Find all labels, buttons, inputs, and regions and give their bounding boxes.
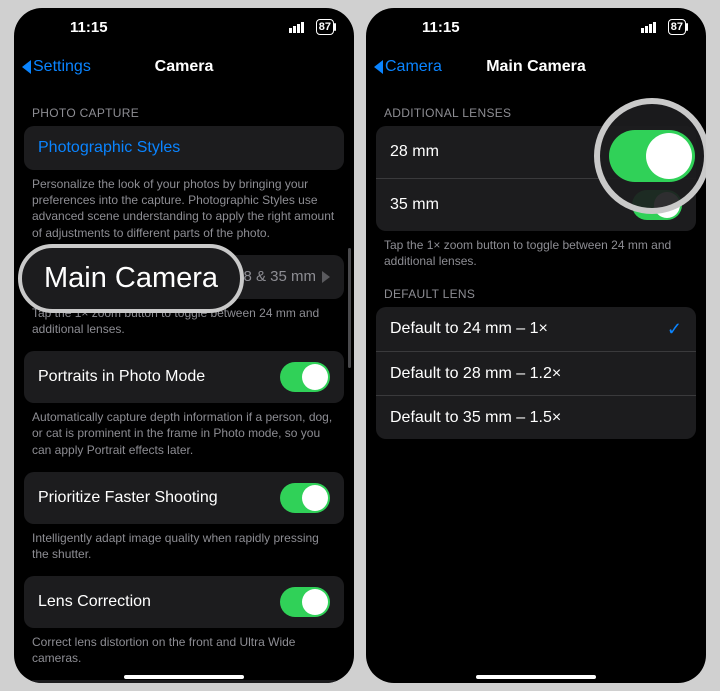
callout-toggle-circle: [594, 98, 706, 214]
row-lens-correction: Lens Correction: [24, 576, 344, 628]
group-lens-correction: Lens Correction: [24, 576, 344, 628]
phone-right-main-camera: 11:15 87 Camera Main Camera ADDITIONAL L…: [366, 8, 706, 683]
footer-faster: Intelligently adapt image quality when r…: [14, 524, 354, 562]
status-time: 11:15: [30, 19, 108, 36]
nav-bar: Settings Camera: [14, 46, 354, 88]
group-portraits: Portraits in Photo Mode: [24, 351, 344, 403]
group-default-lens: Default to 24 mm – 1× ✓ Default to 28 mm…: [376, 307, 696, 439]
scroll-indicator: [348, 248, 351, 368]
chevron-right-icon: [322, 271, 330, 283]
status-bar: 11:15 87: [366, 8, 706, 46]
home-indicator[interactable]: [124, 675, 244, 679]
battery-icon: 87: [316, 19, 334, 35]
row-label: Lens Correction: [38, 593, 280, 611]
row-label: Prioritize Faster Shooting: [38, 489, 280, 507]
signal-icon: [641, 22, 656, 33]
toggle-portraits[interactable]: [280, 362, 330, 392]
footer-additional-lenses: Tap the 1× zoom button to toggle between…: [366, 231, 706, 269]
content-scroll[interactable]: PHOTO CAPTURE Photographic Styles Person…: [14, 88, 354, 683]
toggle-faster[interactable]: [280, 483, 330, 513]
toggle-lens-correction[interactable]: [280, 587, 330, 617]
footer-portraits: Automatically capture depth information …: [14, 403, 354, 458]
footer-styles: Personalize the look of your photos by b…: [14, 170, 354, 241]
row-faster: Prioritize Faster Shooting: [24, 472, 344, 524]
status-indicators: 87: [289, 19, 338, 36]
group-photographic-styles: Photographic Styles: [24, 126, 344, 170]
status-indicators: 87: [641, 19, 690, 36]
row-default-24[interactable]: Default to 24 mm – 1× ✓: [376, 307, 696, 351]
phone-left-camera-settings: 11:15 87 Settings Camera PHOTO CAPTURE P…: [14, 8, 354, 683]
row-photographic-styles[interactable]: Photographic Styles: [24, 126, 344, 170]
row-label: Default to 24 mm – 1×: [390, 320, 667, 338]
group-faster: Prioritize Faster Shooting: [24, 472, 344, 524]
row-label: Portraits in Photo Mode: [38, 368, 280, 386]
section-header-default-lens: DEFAULT LENS: [366, 269, 706, 307]
row-label: 35 mm: [390, 196, 632, 214]
section-header-photo-capture: PHOTO CAPTURE: [14, 88, 354, 126]
page-title: Camera: [14, 58, 354, 76]
big-toggle-on-icon: [609, 130, 695, 182]
row-default-35[interactable]: Default to 35 mm – 1.5×: [376, 395, 696, 439]
status-bar: 11:15 87: [14, 8, 354, 46]
row-label: Default to 35 mm – 1.5×: [390, 409, 682, 427]
page-title: Main Camera: [366, 58, 706, 76]
row-default-28[interactable]: Default to 28 mm – 1.2×: [376, 351, 696, 395]
group-macro: Macro Control: [24, 680, 344, 683]
row-macro: Macro Control: [24, 680, 344, 683]
status-time: 11:15: [382, 19, 460, 36]
home-indicator[interactable]: [476, 675, 596, 679]
signal-icon: [289, 22, 304, 33]
row-label: Default to 28 mm – 1.2×: [390, 365, 682, 383]
row-portraits: Portraits in Photo Mode: [24, 351, 344, 403]
row-label: Photographic Styles: [38, 139, 330, 157]
callout-main-camera-pill: Main Camera: [18, 244, 244, 313]
footer-lens-correction: Correct lens distortion on the front and…: [14, 628, 354, 666]
battery-icon: 87: [668, 19, 686, 35]
checkmark-icon: ✓: [667, 319, 682, 340]
nav-bar: Camera Main Camera: [366, 46, 706, 88]
